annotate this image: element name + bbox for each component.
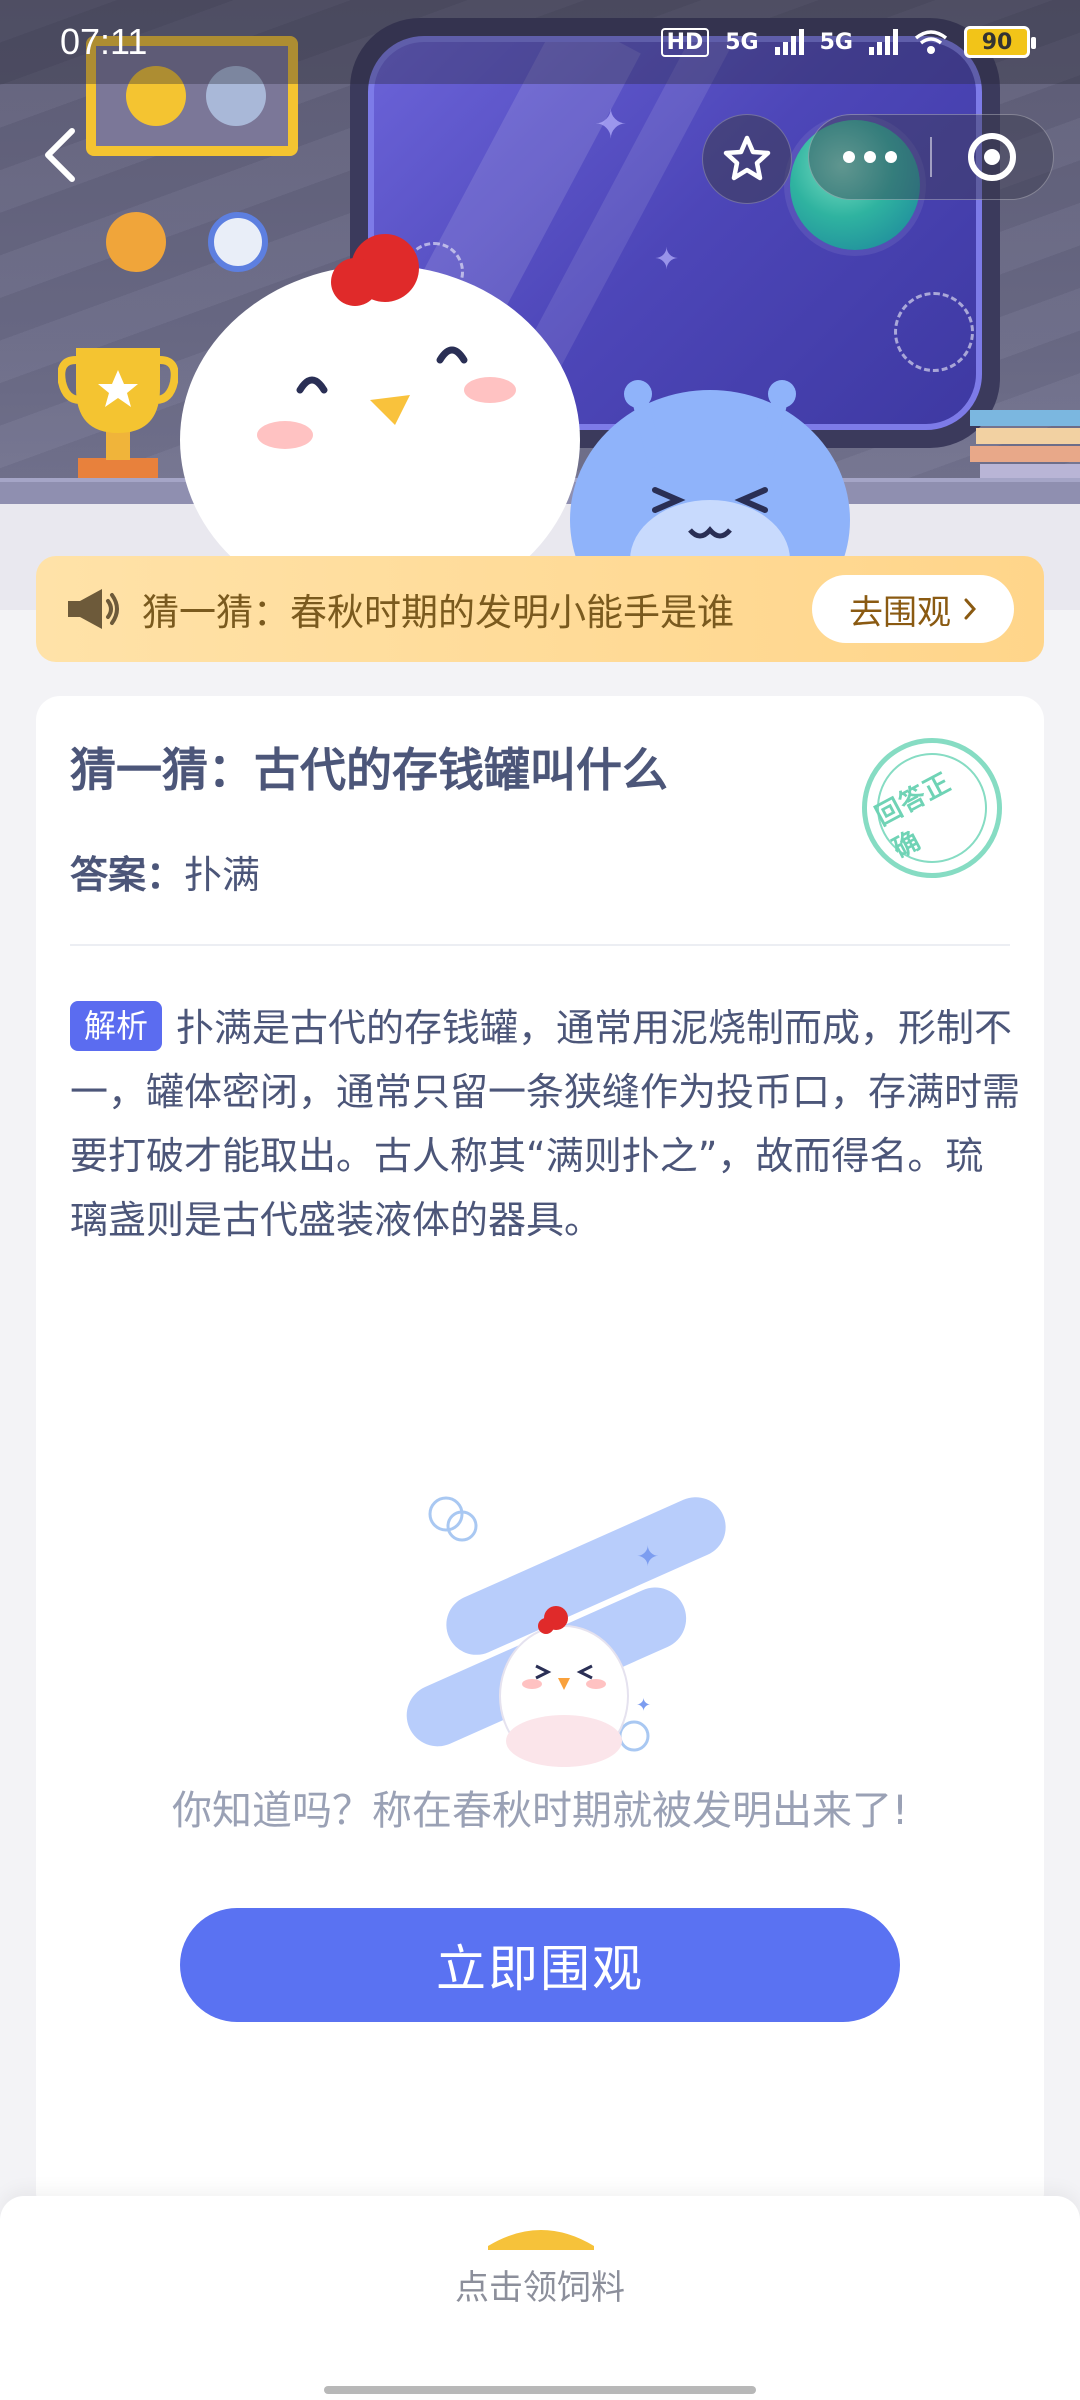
- star-outline-icon: [723, 135, 771, 181]
- more-button[interactable]: [809, 115, 930, 199]
- banner-button-label: 去围观: [849, 592, 951, 633]
- claim-feed-label: 点击领饲料: [455, 2268, 625, 2308]
- banner-text: 猜一猜：春秋时期的发明小能手是谁: [142, 591, 734, 634]
- banner-go-button[interactable]: 去围观: [812, 575, 1014, 643]
- watch-now-button[interactable]: 立即围观: [180, 1908, 900, 2022]
- signal-icon: [869, 29, 898, 55]
- network-type-1: 5G: [725, 29, 759, 55]
- target-close-icon: [968, 133, 1017, 181]
- svg-text:✦: ✦: [426, 1597, 444, 1622]
- dashed-circle: [894, 292, 974, 372]
- more-dots-icon: [842, 151, 897, 163]
- answer-card: 猜一猜：古代的存钱罐叫什么 答案：扑满 回答正确 解析 扑满是古代的存钱罐，通常用…: [36, 696, 1044, 2216]
- hd-badge: HD: [660, 27, 710, 57]
- network-type-2: 5G: [819, 29, 853, 55]
- close-mini-program-button[interactable]: [932, 115, 1053, 199]
- status-icons: HD 5G 5G 90: [660, 26, 1036, 58]
- back-button[interactable]: [30, 120, 90, 190]
- answer-value: 扑满: [184, 853, 261, 897]
- divider: [70, 944, 1010, 946]
- chevron-right-icon: [964, 598, 977, 620]
- battery-icon: 90: [964, 26, 1036, 58]
- analysis-paragraph: 解析 扑满是古代的存钱罐，通常用泥烧制而成，形制不一，罐体密闭，通常只留一条狭缝作…: [70, 996, 1020, 1252]
- correct-stamp-text: 回答正确: [857, 733, 1007, 883]
- trophy-icon: [58, 348, 178, 484]
- chicken-mascot-small: ✦ ✦ ✦: [406, 1496, 726, 1767]
- analysis-tag: 解析: [70, 1001, 163, 1051]
- analysis-text: 扑满是古代的存钱罐，通常用泥烧制而成，形制不一，罐体密闭，通常只留一条狭缝作为投…: [70, 1006, 1021, 1242]
- status-bar: 07:11 HD 5G 5G 90: [0, 0, 1080, 84]
- question-title: 猜一猜：古代的存钱罐叫什么: [70, 743, 668, 797]
- sparkle-icon: ✦: [654, 242, 680, 277]
- answer-label: 答案：: [70, 853, 185, 897]
- answer-row: 答案：扑满: [70, 844, 260, 899]
- megaphone-icon: [68, 589, 119, 629]
- bronze-medal-icon: [106, 212, 166, 272]
- books-icon: [970, 410, 1080, 478]
- bottom-feed-drawer[interactable]: 点击领饲料: [0, 2196, 1080, 2400]
- guess-banner[interactable]: 猜一猜：春秋时期的发明小能手是谁 去围观: [36, 556, 1044, 662]
- correct-stamp: 回答正确: [837, 713, 1027, 903]
- wifi-icon: [914, 30, 948, 54]
- svg-text:✦: ✦: [636, 1540, 659, 1573]
- favorite-button[interactable]: [702, 114, 792, 204]
- header-illustration: ✦ ✦: [0, 0, 1080, 610]
- drawer-handle-icon: [488, 2230, 594, 2250]
- sparkle-icon: ✦: [594, 102, 628, 148]
- signal-icon: [774, 29, 804, 55]
- home-indicator[interactable]: [324, 2386, 756, 2394]
- svg-text:✦: ✦: [636, 1695, 651, 1716]
- chicken-mascot: [180, 234, 580, 610]
- status-time: 07:11: [60, 21, 148, 62]
- did-you-know-tip: 你知道吗？称在春秋时期就被发明出来了!: [171, 1788, 909, 1834]
- chevron-left-icon: [45, 128, 75, 182]
- mini-program-capsule: [808, 114, 1054, 200]
